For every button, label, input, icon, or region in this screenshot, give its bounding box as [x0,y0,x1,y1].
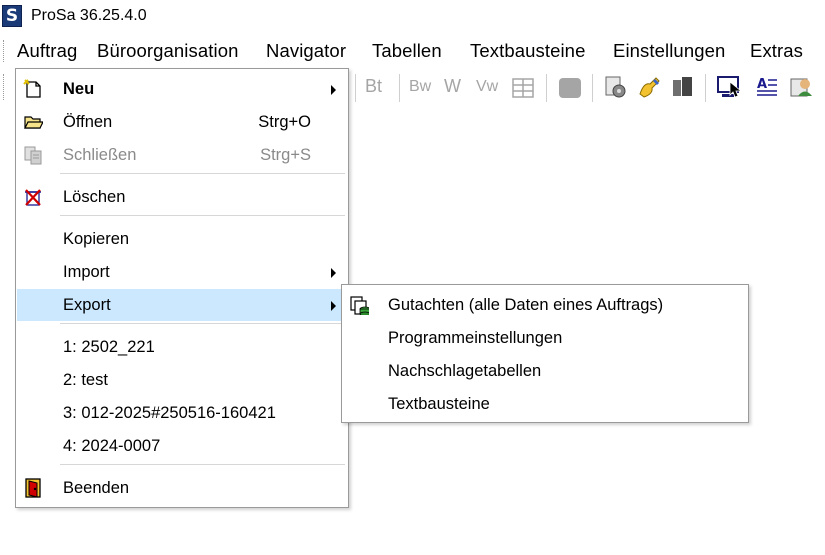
menu-item-label: Schließen [63,146,137,164]
menu-item-loeschen[interactable]: Löschen [17,181,347,213]
menu-item-neu[interactable]: Neu [17,73,347,105]
menu-item-shortcut: Strg+O [258,113,311,131]
toolbar-separator [546,74,547,102]
menu-item-schliessen[interactable]: Schließen Strg+S [17,139,347,171]
menu-bar: Auftrag Büroorganisation Navigator Tabel… [0,34,825,66]
menu-einstellungen[interactable]: Einstellungen [613,40,725,62]
auftrag-dropdown-menu: Neu Öffnen Strg+O Schließen Strg+S Lösch… [15,68,349,508]
toolbar-bt-button[interactable]: Bt [365,76,382,100]
table-icon[interactable] [511,76,535,100]
toolbar-grip[interactable] [3,74,6,100]
menu-item-beenden[interactable]: Beenden [17,472,347,504]
svg-text:A: A [757,77,767,92]
menu-separator [60,173,345,174]
menu-navigator[interactable]: Navigator [266,40,346,62]
menu-item-label: 1: 2502_221 [63,338,155,356]
menu-item-label: Textbausteine [388,395,490,413]
toolbar-separator [705,74,706,102]
menu-item-label: Gutachten (alle Daten eines Auftrags) [388,296,664,314]
toolbar-w-button[interactable]: W [444,76,461,100]
text-format-icon[interactable]: A [754,74,780,98]
menu-item-kopieren[interactable]: Kopieren [17,223,347,255]
menu-item-label: Öffnen [63,113,113,131]
toolbar-vw-button[interactable]: Vw [476,78,498,102]
person-document-icon[interactable] [788,74,814,98]
menu-item-label: Export [63,296,111,314]
menu-extras[interactable]: Extras [750,40,803,62]
recent-file-4[interactable]: 4: 2024-0007 [17,430,347,462]
menu-item-label: Löschen [63,188,126,206]
menu-textbausteine[interactable]: Textbausteine [470,40,585,62]
menu-item-import[interactable]: Import [17,256,347,288]
menu-tabellen[interactable]: Tabellen [372,40,442,62]
submenu-item-gutachten[interactable]: Gutachten (alle Daten eines Auftrags) [343,289,747,321]
title-bar: S ProSa 36.25.4.0 [0,0,825,34]
export-data-icon [350,296,369,315]
close-document-icon [24,146,42,165]
submenu-item-programmeinstellungen[interactable]: Programmeinstellungen [343,322,747,354]
recent-file-1[interactable]: 1: 2502_221 [17,331,347,363]
hand-pen-icon[interactable] [636,74,662,98]
open-folder-icon [24,116,43,129]
menu-bueroorganisation[interactable]: Büroorganisation [97,40,238,62]
toolbar-separator [592,74,593,102]
submenu-arrow-icon [331,301,336,311]
document-gear-icon[interactable] [602,74,628,98]
menu-item-label: Kopieren [63,230,130,248]
menu-separator [60,464,345,465]
menu-separator [60,215,345,216]
submenu-item-textbausteine[interactable]: Textbausteine [343,388,747,420]
menu-auftrag[interactable]: Auftrag [17,40,77,62]
recent-file-3[interactable]: 3: 012-2025#250516-160421 [17,397,347,429]
menu-item-label: Import [63,263,110,281]
toolbar-bw-button[interactable]: Bw [409,78,431,102]
submenu-arrow-icon [331,85,336,95]
monitor-pointer-icon[interactable] [716,74,744,98]
exit-door-icon [25,478,41,498]
new-document-icon [23,79,41,98]
menu-item-shortcut: Strg+S [260,146,311,164]
book-icon[interactable] [670,74,696,98]
stop-icon[interactable] [557,76,583,100]
menu-item-label: Beenden [63,479,130,497]
menu-item-label: 3: 012-2025#250516-160421 [63,404,276,422]
submenu-arrow-icon [331,268,336,278]
menu-item-export[interactable]: Export [17,289,347,321]
toolbar-separator [355,74,356,102]
delete-icon [25,189,41,206]
export-submenu: Gutachten (alle Daten eines Auftrags) Pr… [341,284,749,423]
menu-item-label: 2: test [63,371,108,389]
window-title: ProSa 36.25.4.0 [31,7,147,24]
menu-item-label: Nachschlagetabellen [388,362,542,380]
menu-item-oeffnen[interactable]: Öffnen Strg+O [17,106,347,138]
menu-item-label: 4: 2024-0007 [63,437,161,455]
recent-file-2[interactable]: 2: test [17,364,347,396]
app-icon: S [2,5,22,27]
menu-item-label: Programmeinstellungen [388,329,563,347]
toolbar-separator [399,74,400,102]
menubar-grip[interactable] [3,40,6,62]
menu-item-label: Neu [63,80,95,98]
menu-separator [60,323,345,324]
submenu-item-nachschlagetabellen[interactable]: Nachschlagetabellen [343,355,747,387]
